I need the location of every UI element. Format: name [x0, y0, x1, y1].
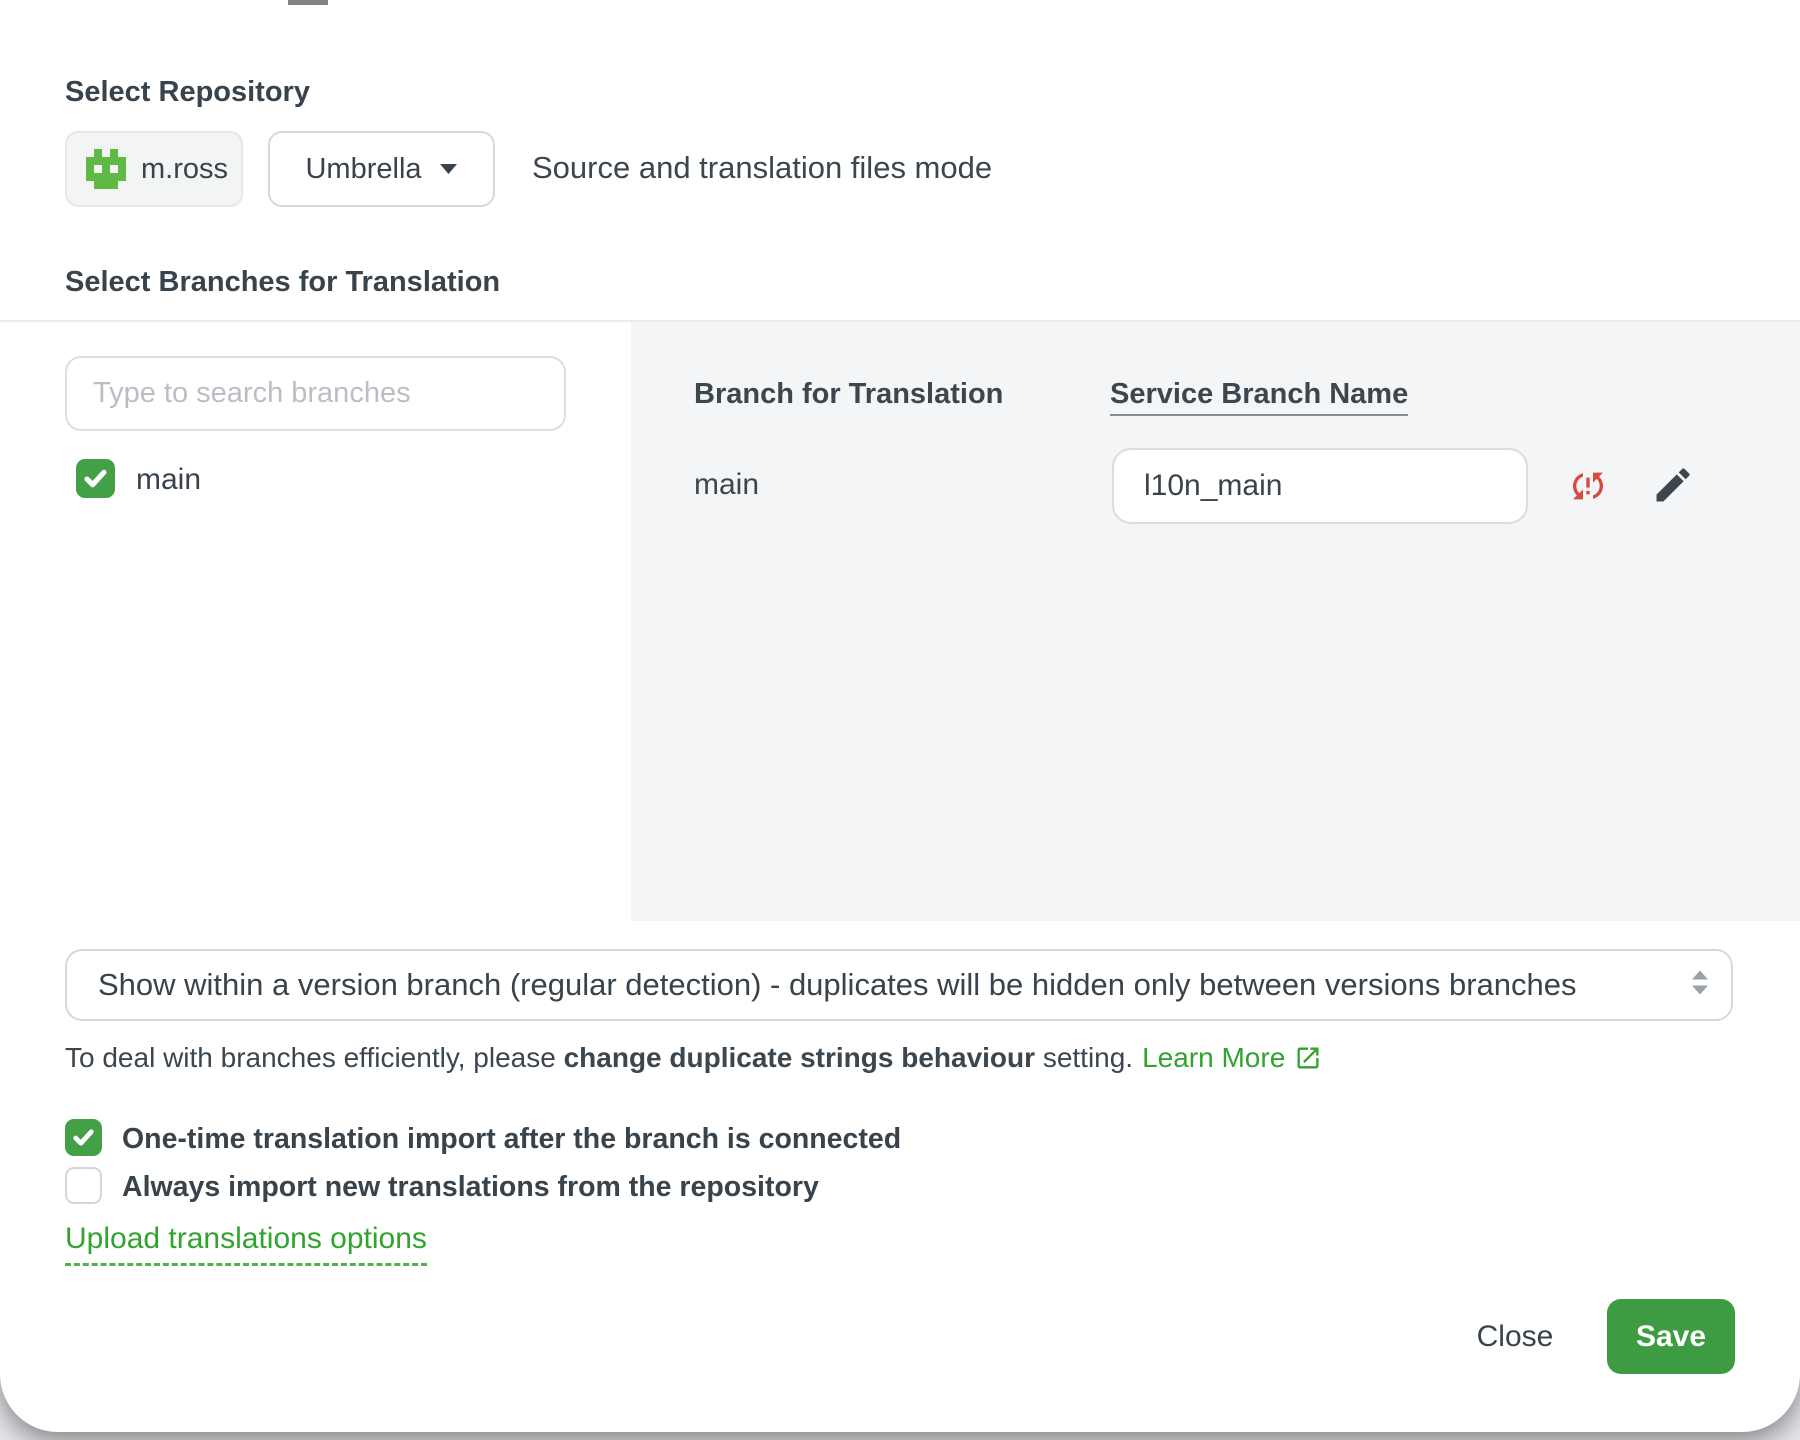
note-suffix: setting.	[1035, 1042, 1133, 1074]
select-branches-label: Select Branches for Translation	[65, 266, 500, 299]
save-button[interactable]: Save	[1607, 1299, 1735, 1374]
sync-problem-button[interactable]	[1567, 465, 1609, 507]
branch-checkbox-main[interactable]	[76, 459, 115, 498]
upload-translations-options-link[interactable]: Upload translations options	[65, 1222, 427, 1266]
repository-branch-dropdown-value: Umbrella	[305, 153, 421, 186]
one-time-import-label: One-time translation import after the br…	[122, 1123, 901, 1156]
one-time-import-checkbox[interactable]	[65, 1119, 102, 1156]
select-repository-label: Select Repository	[65, 76, 310, 109]
repository-chip[interactable]: m.ross	[65, 131, 243, 207]
learn-more-link[interactable]: Learn More	[1142, 1042, 1322, 1074]
note-prefix: To deal with branches efficiently, pleas…	[65, 1042, 564, 1074]
repo-identicon-avatar	[86, 149, 126, 189]
duplicate-strings-select[interactable]: Show within a version branch (regular de…	[65, 949, 1733, 1021]
branch-list-item-main: main	[136, 463, 201, 497]
branch-settings-modal: Select Repository m.ross Umbrella Source…	[0, 0, 1800, 1432]
duplicates-note: To deal with branches efficiently, pleas…	[65, 1042, 1322, 1074]
clipped-element-sliver	[288, 0, 328, 5]
always-import-label: Always import new translations from the …	[122, 1171, 819, 1204]
repository-branch-dropdown[interactable]: Umbrella	[268, 131, 495, 207]
service-branch-name-input[interactable]	[1112, 448, 1528, 524]
close-button[interactable]: Close	[1440, 1302, 1590, 1372]
note-bold-segment: change duplicate strings behaviour	[564, 1042, 1035, 1074]
column-header-service-branch-name: Service Branch Name	[1110, 378, 1408, 416]
edit-service-branch-button[interactable]	[1650, 462, 1696, 508]
check-icon	[71, 1125, 96, 1150]
check-icon	[82, 465, 109, 492]
select-updown-arrows-icon	[1689, 968, 1711, 1003]
mapping-row-branch-name: main	[694, 468, 759, 502]
sync-problem-icon	[1568, 466, 1608, 506]
files-mode-text: Source and translation files mode	[532, 150, 992, 186]
always-import-checkbox[interactable]	[65, 1167, 102, 1204]
pencil-icon	[1651, 463, 1695, 507]
external-link-icon	[1294, 1044, 1322, 1072]
learn-more-label: Learn More	[1142, 1042, 1285, 1074]
repository-name: m.ross	[141, 153, 228, 186]
chevron-down-icon	[439, 163, 458, 175]
column-header-branch-for-translation: Branch for Translation	[694, 378, 1003, 411]
duplicate-strings-selected-option: Show within a version branch (regular de…	[98, 967, 1667, 1003]
branch-search-input[interactable]	[65, 356, 566, 431]
